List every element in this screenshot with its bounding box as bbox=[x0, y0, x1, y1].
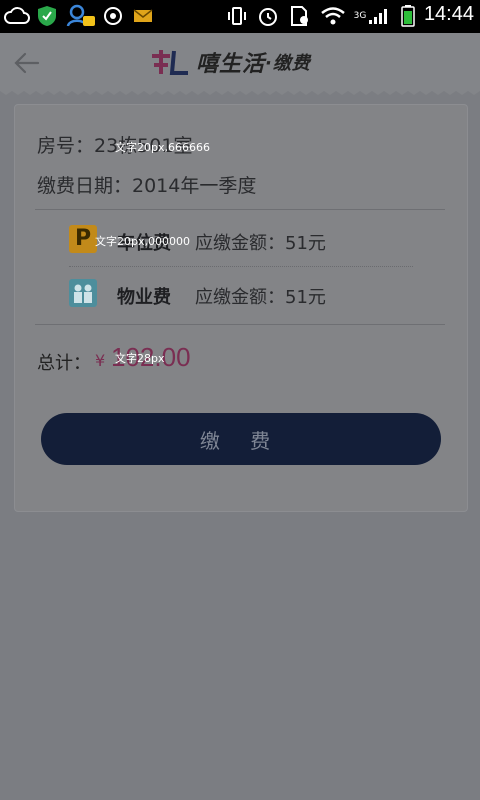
status-bar: 3G 14:44 bbox=[0, 0, 480, 33]
brand-logo-icon bbox=[152, 50, 188, 75]
fee-item-overlay-label: 文字20px,000000 bbox=[95, 235, 190, 248]
divider bbox=[35, 324, 445, 325]
back-button[interactable] bbox=[12, 48, 42, 78]
brand-logo-area: 嘻生活 ·缴费 bbox=[150, 44, 311, 80]
total-label: 总计： bbox=[37, 353, 91, 374]
divider bbox=[35, 209, 445, 210]
brand-name: 嘻生活 bbox=[196, 52, 266, 77]
arrow-left-icon bbox=[14, 52, 40, 74]
cloud-icon bbox=[4, 5, 30, 27]
sim-icon bbox=[288, 5, 310, 27]
signal-icon: 3G bbox=[352, 5, 392, 27]
total-overlay-label: 文字28px bbox=[115, 352, 165, 365]
shield-icon bbox=[36, 5, 58, 27]
fee-item-amount: 应缴金额：51元 bbox=[195, 287, 326, 308]
parking-icon: P bbox=[69, 225, 97, 253]
dotted-divider bbox=[69, 266, 413, 267]
header-zigzag-divider bbox=[0, 87, 480, 95]
wifi-icon bbox=[320, 5, 346, 27]
fee-item-amount: 应缴金额：51元 bbox=[195, 233, 326, 254]
payment-date: 缴费日期：2014年一季度 bbox=[37, 175, 257, 197]
total-currency: ¥ bbox=[95, 351, 106, 370]
room-overlay-label: 文字20px,666666 bbox=[115, 141, 210, 154]
clock-time: 14:44 bbox=[423, 3, 474, 25]
chat-person-icon bbox=[66, 4, 96, 27]
parking-icon-letter: P bbox=[74, 226, 92, 251]
people-icon bbox=[69, 279, 97, 307]
browser-icon bbox=[102, 5, 124, 27]
network-type-label: 3G bbox=[353, 11, 367, 21]
pay-button[interactable]: 缴 费 bbox=[41, 413, 441, 465]
bill-card: 房号：23栋501室 文字20px,666666 缴费日期：2014年一季度 P… bbox=[14, 104, 468, 512]
fee-item-name: 物业费 bbox=[117, 287, 171, 308]
alarm-icon bbox=[256, 5, 280, 27]
battery-icon bbox=[398, 5, 418, 27]
vibrate-icon bbox=[226, 5, 248, 27]
brand-subtitle: ·缴费 bbox=[265, 53, 311, 74]
mail-icon bbox=[132, 5, 154, 27]
